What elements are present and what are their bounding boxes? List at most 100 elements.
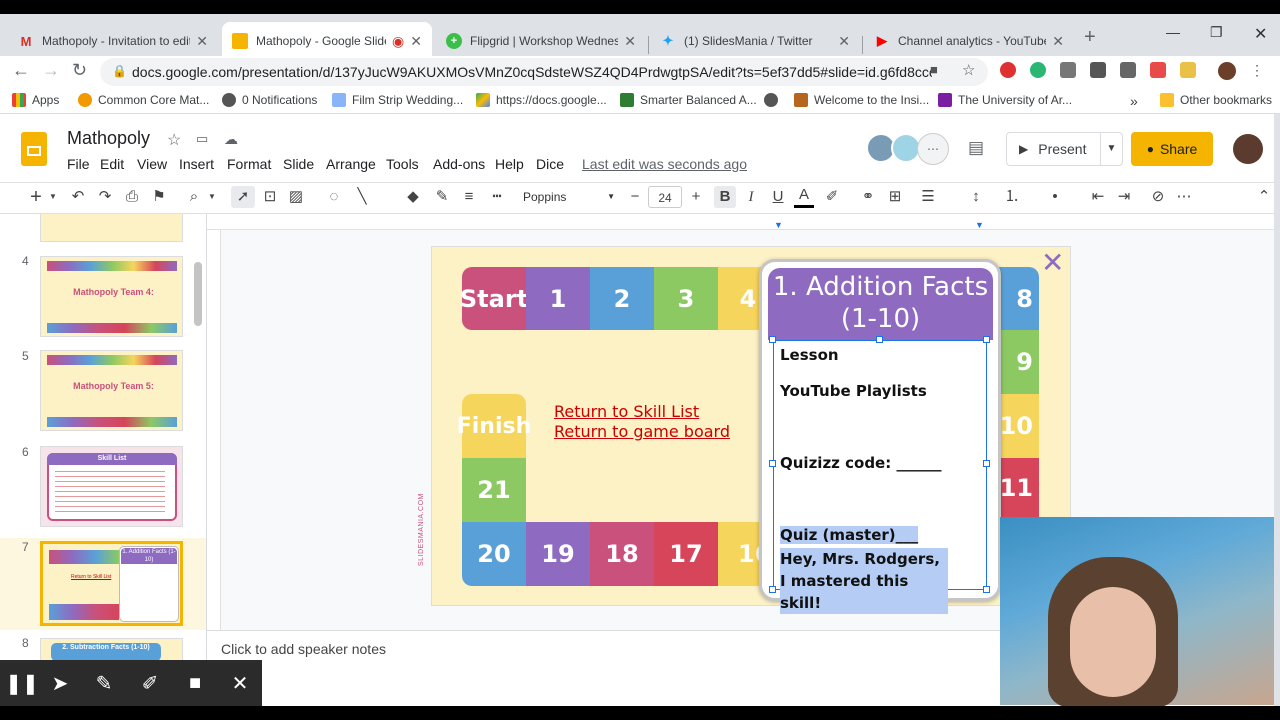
menu-view[interactable]: View xyxy=(137,156,167,172)
forward-icon[interactable]: → xyxy=(42,60,60,81)
tab-gmail[interactable]: M Mathopoly - Invitation to edit ✕ xyxy=(8,22,218,60)
bookmark-item[interactable]: https://docs.google... xyxy=(476,93,607,107)
border-color-icon[interactable]: ✎ xyxy=(432,186,452,208)
highlight-icon[interactable]: ✐ xyxy=(822,186,842,208)
vertical-ruler[interactable] xyxy=(207,230,221,630)
new-slide-dropdown-icon[interactable]: ▼ xyxy=(47,186,59,208)
horizontal-ruler[interactable] xyxy=(207,214,1280,230)
font-size-input[interactable]: 24 xyxy=(648,186,682,208)
text-box-icon[interactable]: ⊡ xyxy=(260,186,280,208)
clear-formatting-icon[interactable]: ⊘ xyxy=(1148,186,1168,208)
pen-icon[interactable]: ✎ xyxy=(82,660,126,706)
profile-avatar[interactable] xyxy=(1218,62,1236,80)
return-game-board-link[interactable]: Return to game board xyxy=(554,422,730,441)
menu-file[interactable]: File xyxy=(67,156,90,172)
tab-youtube[interactable]: ▶ Channel analytics - YouTube St ✕ xyxy=(864,22,1074,60)
bookmark-item[interactable]: 0 Notifications xyxy=(222,93,317,107)
decrease-indent-icon[interactable]: ⇤ xyxy=(1088,186,1108,208)
increase-font-size-icon[interactable]: + xyxy=(688,186,704,208)
zoom-dropdown-icon[interactable]: ▼ xyxy=(206,186,218,208)
menu-insert[interactable]: Insert xyxy=(179,156,214,172)
reload-icon[interactable]: ↻ xyxy=(72,60,87,81)
address-bar[interactable]: 🔒 docs.google.com/presentation/d/137yJuc… xyxy=(100,58,988,86)
text-color-icon[interactable]: A xyxy=(794,186,814,208)
bookmark-item[interactable]: Film Strip Wedding... xyxy=(332,93,463,107)
extension-icon[interactable] xyxy=(1180,62,1196,78)
numbered-list-icon[interactable]: ⒈ xyxy=(1002,186,1022,208)
bookmark-item[interactable]: Welcome to the Insi... xyxy=(794,93,929,107)
border-dash-icon[interactable]: ┅ xyxy=(487,186,507,208)
italic-icon[interactable]: I xyxy=(741,186,761,208)
slide-thumbnail-5[interactable]: Mathopoly Team 5: xyxy=(40,350,183,431)
close-recording-icon[interactable]: ✕ xyxy=(218,660,262,706)
close-window-icon[interactable]: ✕ xyxy=(1254,24,1267,44)
more-vert-icon[interactable]: ⋮ xyxy=(1250,62,1264,80)
camera-icon[interactable]: ■ xyxy=(930,62,938,77)
resize-handle[interactable] xyxy=(983,336,990,343)
underline-icon[interactable]: U xyxy=(768,186,788,208)
bookmark-item[interactable]: Smarter Balanced A... xyxy=(620,93,757,107)
tab-slides[interactable]: Mathopoly - Google Slides ◉ ✕ xyxy=(222,22,432,60)
comments-icon[interactable]: ▤ xyxy=(968,138,984,158)
resize-handle[interactable] xyxy=(983,460,990,467)
menu-format[interactable]: Format xyxy=(227,156,271,172)
menu-addons[interactable]: Add-ons xyxy=(433,156,485,172)
new-slide-icon[interactable]: + xyxy=(26,186,46,208)
more-icon[interactable]: ⋯ xyxy=(1174,186,1194,208)
increase-indent-icon[interactable]: ⇥ xyxy=(1114,186,1134,208)
close-icon[interactable]: ✕ xyxy=(1041,246,1064,279)
extension-icon[interactable] xyxy=(1000,62,1016,78)
bookmark-item[interactable]: Common Core Mat... xyxy=(78,93,209,107)
bookmarks-overflow-icon[interactable]: » xyxy=(1130,93,1138,109)
undo-icon[interactable]: ↶ xyxy=(68,186,88,208)
slide-thumbnail-8[interactable]: 2. Subtraction Facts (1-10) xyxy=(40,638,183,660)
indent-marker-icon[interactable]: ▼ xyxy=(975,220,984,230)
close-icon[interactable]: ✕ xyxy=(1052,33,1064,50)
align-icon[interactable]: ☰ xyxy=(918,186,938,208)
border-weight-icon[interactable]: ≡ xyxy=(459,186,479,208)
zoom-icon[interactable]: ⌕ xyxy=(184,186,204,208)
slide-thumbnail-7[interactable]: 1. Addition Facts (1-10) Return to Skill… xyxy=(40,541,183,626)
select-tool-icon[interactable]: ➚ xyxy=(231,186,255,208)
slides-logo-icon[interactable] xyxy=(21,132,47,166)
image-icon[interactable]: ▨ xyxy=(286,186,306,208)
slide-thumbnail-6[interactable]: Skill List xyxy=(40,446,183,527)
extension-icon[interactable] xyxy=(1090,62,1106,78)
indent-marker-icon[interactable]: ▼ xyxy=(774,220,783,230)
star-icon[interactable]: ☆ xyxy=(962,61,975,79)
bold-icon[interactable]: B xyxy=(714,186,736,208)
document-title[interactable]: Mathopoly xyxy=(67,128,150,149)
menu-dice[interactable]: Dice xyxy=(536,156,564,172)
highlighter-icon[interactable]: ✐ xyxy=(128,660,172,706)
extension-icon[interactable] xyxy=(1060,62,1076,78)
close-icon[interactable]: ✕ xyxy=(196,33,208,50)
webcam-icon[interactable]: ■ xyxy=(173,660,217,706)
tab-flipgrid[interactable]: + Flipgrid | Workshop Wednesda ✕ xyxy=(436,22,646,60)
comment-icon[interactable]: ⊞ xyxy=(885,186,905,208)
collapse-toolbar-icon[interactable]: ⌃ xyxy=(1254,186,1274,208)
menu-slide[interactable]: Slide xyxy=(283,156,314,172)
star-icon[interactable]: ☆ xyxy=(167,130,181,150)
move-folder-icon[interactable]: ▭ xyxy=(196,131,208,147)
account-avatar[interactable] xyxy=(1233,134,1263,164)
menu-tools[interactable]: Tools xyxy=(386,156,419,172)
back-icon[interactable]: ← xyxy=(12,60,30,81)
new-tab-icon[interactable]: + xyxy=(1084,26,1096,49)
decrease-font-size-icon[interactable]: − xyxy=(627,186,643,208)
resize-handle[interactable] xyxy=(876,336,883,343)
extension-icon[interactable] xyxy=(1030,62,1046,78)
resize-handle[interactable] xyxy=(769,586,776,593)
menu-help[interactable]: Help xyxy=(495,156,524,172)
line-spacing-icon[interactable]: ↕ xyxy=(966,186,986,208)
line-icon[interactable]: ╲ xyxy=(352,186,372,208)
resize-handle[interactable] xyxy=(769,336,776,343)
paint-format-icon[interactable]: ⚑ xyxy=(149,186,169,208)
bulleted-list-icon[interactable]: • xyxy=(1045,186,1065,208)
menu-arrange[interactable]: Arrange xyxy=(326,156,376,172)
link-icon[interactable]: ⚭ xyxy=(858,186,878,208)
close-icon[interactable]: ✕ xyxy=(838,33,850,50)
present-button[interactable]: ▶ Present ▼ xyxy=(1006,132,1123,166)
menu-edit[interactable]: Edit xyxy=(100,156,124,172)
shape-icon[interactable]: ◌ xyxy=(324,186,344,208)
fill-color-icon[interactable]: ◆ xyxy=(403,186,423,208)
